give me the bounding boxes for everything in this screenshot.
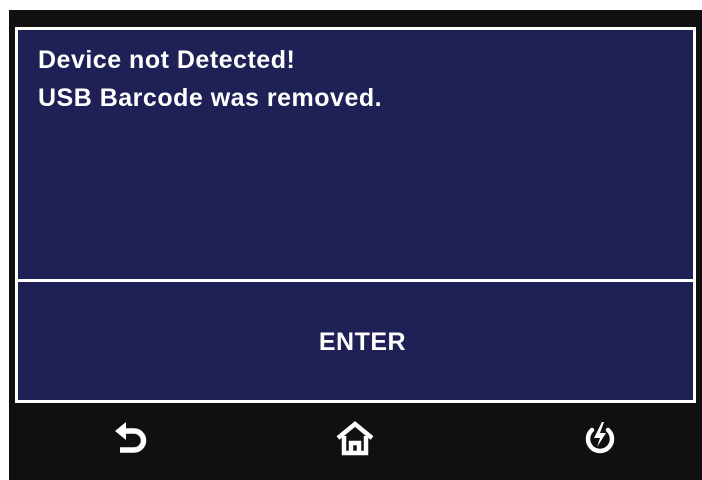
back-button[interactable]: [109, 417, 153, 461]
message-dialog: Device not Detected! USB Barcode was rem…: [15, 27, 696, 403]
power-icon: [585, 422, 615, 454]
back-arrow-icon: [115, 422, 147, 453]
enter-button[interactable]: ENTER: [18, 282, 693, 400]
error-title: Device not Detected!: [38, 46, 296, 74]
home-icon: [336, 421, 374, 456]
enter-button-label: ENTER: [318, 327, 407, 356]
error-detail: USB Barcode was removed.: [38, 84, 383, 112]
power-button[interactable]: [578, 417, 622, 461]
home-button[interactable]: [333, 417, 377, 461]
message-area: Device not Detected! USB Barcode was rem…: [18, 30, 693, 279]
bottom-nav-bar: [9, 403, 702, 480]
device-screen: Device not Detected! USB Barcode was rem…: [9, 10, 702, 480]
